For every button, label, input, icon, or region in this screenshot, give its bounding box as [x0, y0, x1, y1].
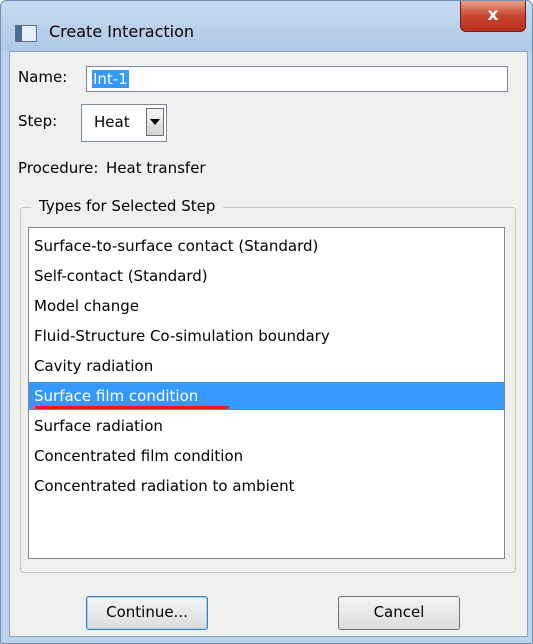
list-item-label: Self-contact (Standard) [34, 267, 208, 285]
name-input-value: Int-1 [92, 70, 129, 88]
list-item[interactable]: Model change [29, 292, 504, 320]
procedure-label: Procedure: [18, 159, 99, 177]
list-item-label: Concentrated radiation to ambient [34, 477, 295, 495]
list-item-label: Model change [34, 297, 140, 315]
list-item-selected[interactable]: Surface film condition [29, 382, 504, 410]
step-select-value: Heat [94, 113, 130, 131]
name-label: Name: [18, 68, 68, 86]
close-button[interactable]: x [460, 1, 526, 32]
list-item-label: Surface-to-surface contact (Standard) [34, 237, 319, 255]
list-item[interactable]: Cavity radiation [29, 352, 504, 380]
interaction-types-list[interactable]: Surface-to-surface contact (Standard) Se… [28, 227, 505, 559]
list-item-label: Cavity radiation [34, 357, 154, 375]
list-item[interactable]: Surface-to-surface contact (Standard) [29, 232, 504, 260]
list-item-label: Fluid-Structure Co-simulation boundary [34, 327, 330, 345]
name-input[interactable]: Int-1 [86, 66, 508, 92]
list-item-label: Concentrated film condition [34, 447, 244, 465]
list-item[interactable]: Fluid-Structure Co-simulation boundary [29, 322, 504, 350]
types-group-title: Types for Selected Step [31, 197, 224, 215]
list-item-label: Surface film condition [34, 387, 199, 405]
annotation-underline [35, 406, 229, 409]
list-item-label: Surface radiation [34, 417, 163, 435]
window-icon [15, 25, 37, 42]
continue-button[interactable]: Continue... [86, 596, 208, 630]
title-bar[interactable]: Create Interaction x [1, 1, 532, 51]
dialog-body: Name: Int-1 Step: Heat Procedure: Heat t… [9, 51, 528, 637]
list-item[interactable]: Surface radiation [29, 412, 504, 440]
window-title: Create Interaction [49, 22, 195, 41]
list-item[interactable]: Self-contact (Standard) [29, 262, 504, 290]
chevron-down-icon[interactable] [146, 108, 164, 136]
step-label: Step: [18, 112, 58, 130]
cancel-button[interactable]: Cancel [338, 596, 460, 630]
procedure-value: Heat transfer [106, 159, 206, 177]
create-interaction-dialog: Create Interaction x Name: Int-1 Step: H… [0, 0, 533, 644]
list-item[interactable]: Concentrated radiation to ambient [29, 472, 504, 500]
list-item[interactable]: Concentrated film condition [29, 442, 504, 470]
